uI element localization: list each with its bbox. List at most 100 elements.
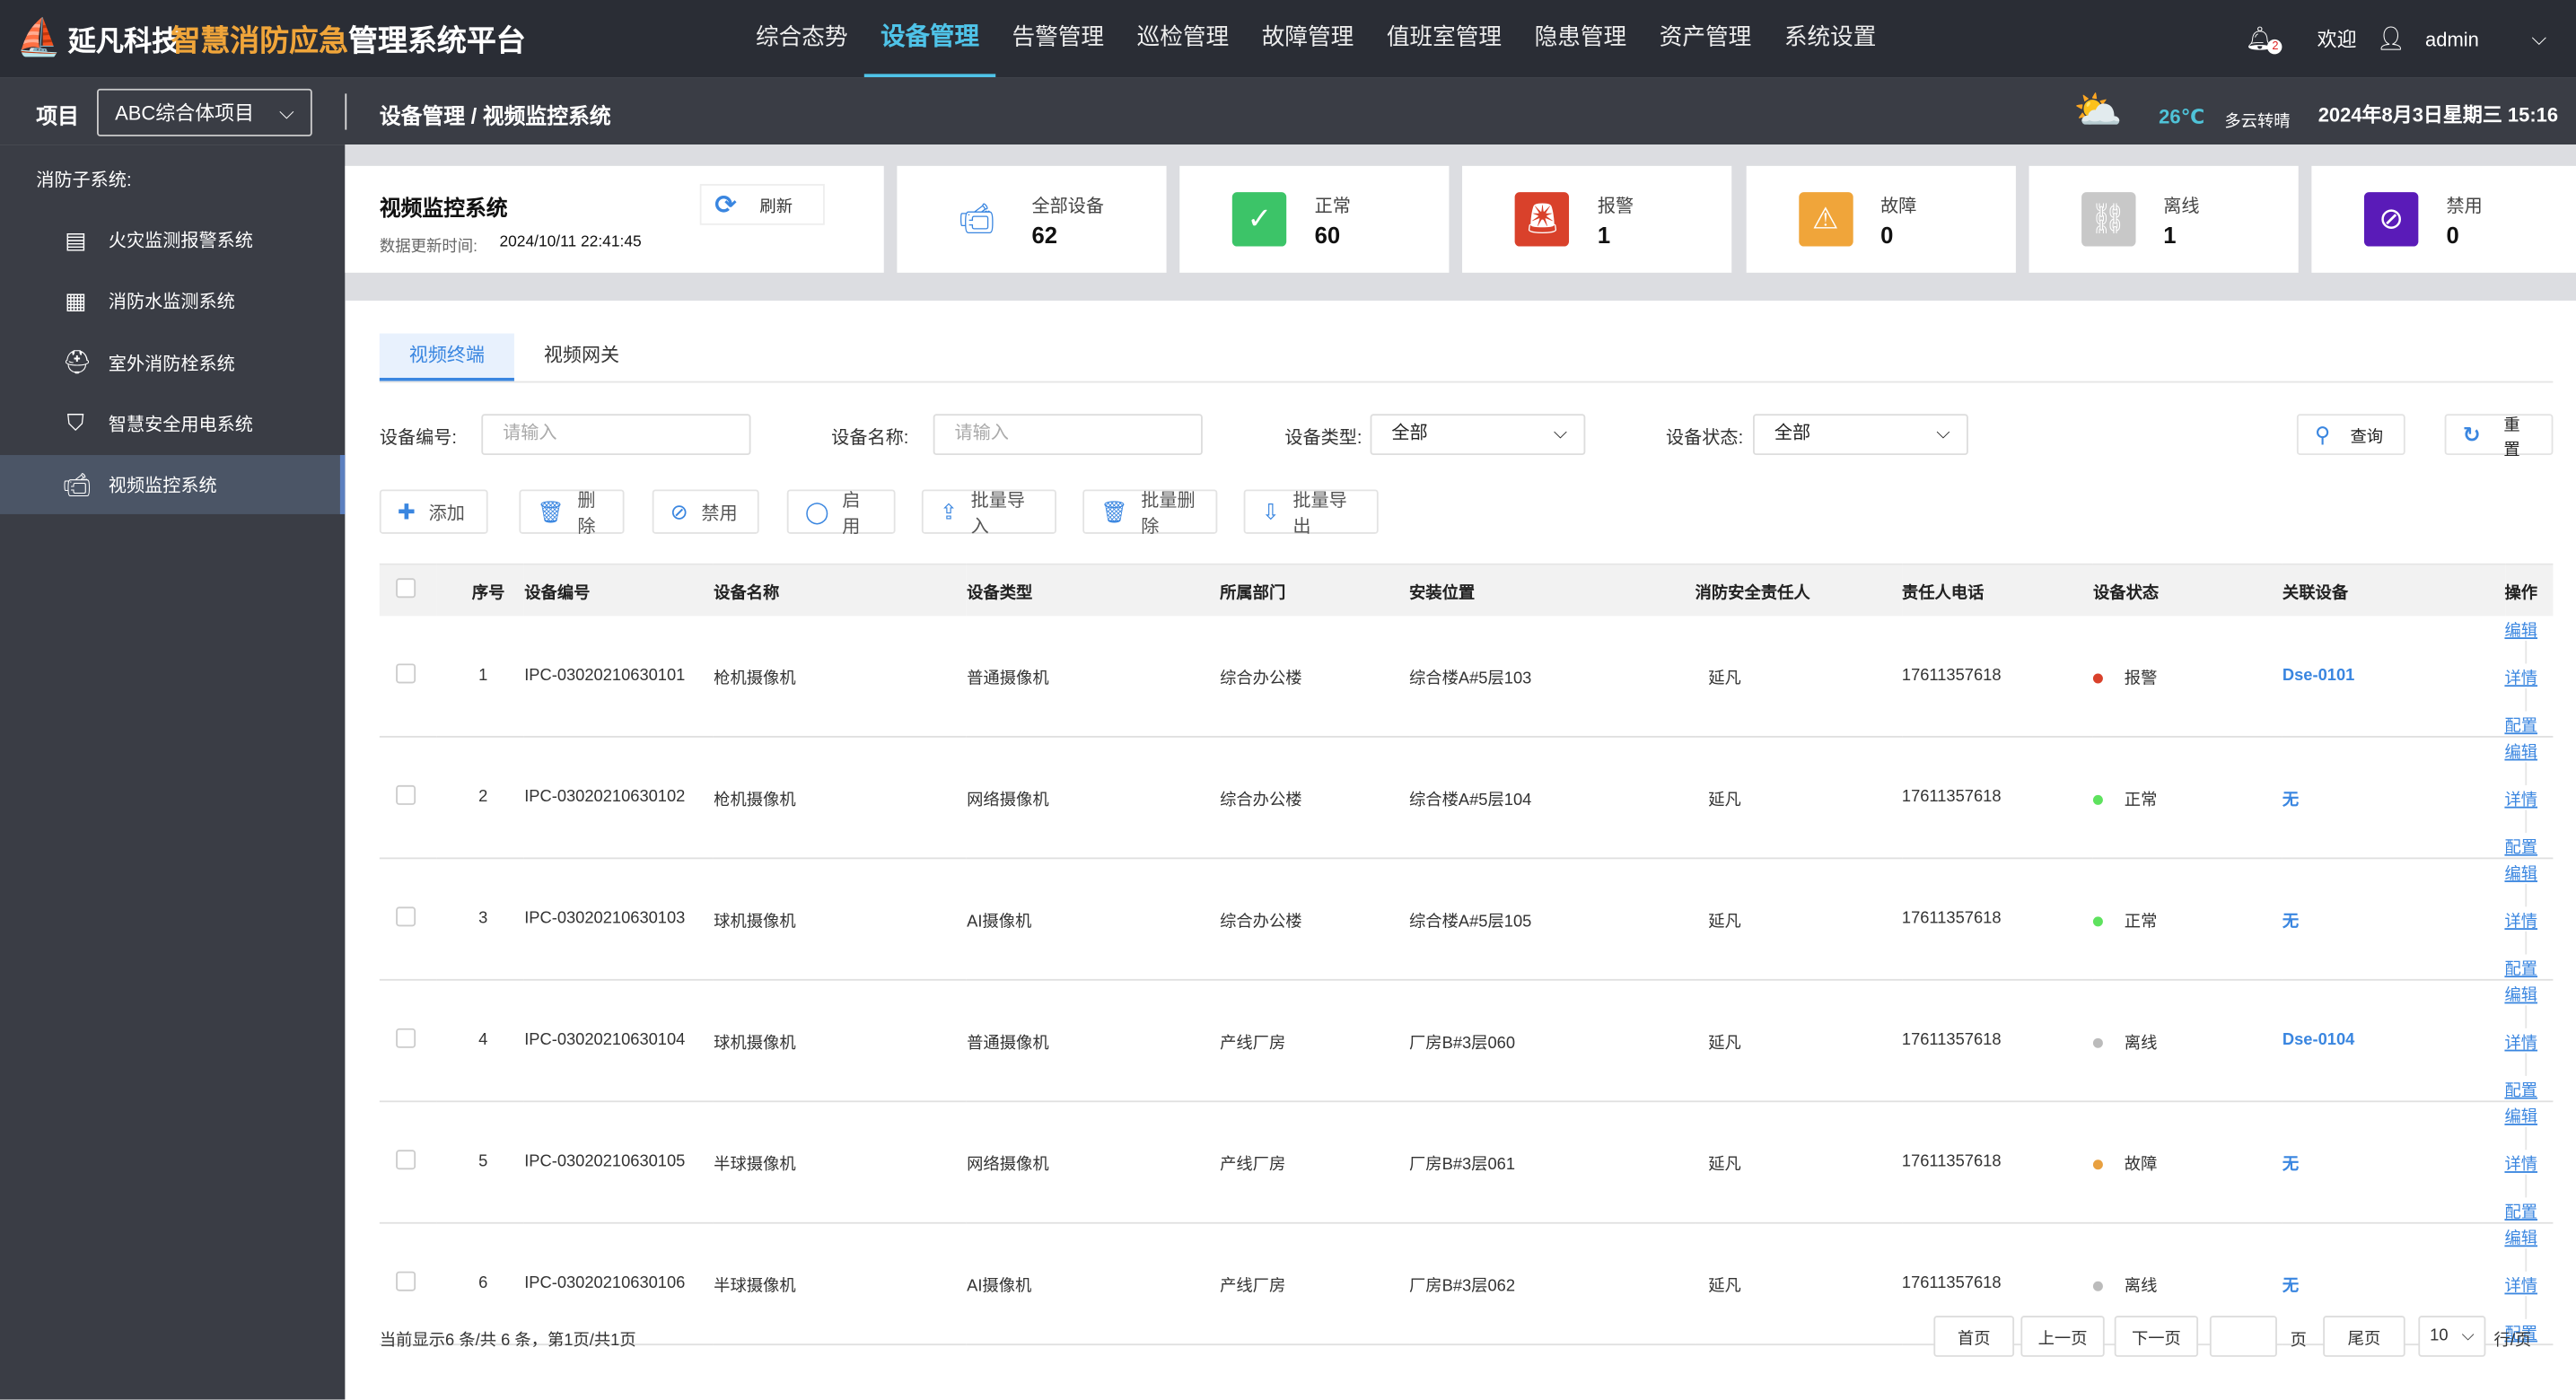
- nav-item[interactable]: 系统设置: [1768, 0, 1893, 77]
- nav-item[interactable]: 值班室管理: [1371, 0, 1519, 77]
- cell: IPC-03020210630102: [524, 787, 686, 806]
- page-size-select[interactable]: 10 ⌵: [2418, 1316, 2486, 1357]
- linked-device: 无: [2282, 791, 2300, 809]
- config-link[interactable]: 配置: [2504, 1081, 2537, 1099]
- sidebar-item[interactable]: 📹︎ 视频监控系统: [0, 455, 346, 515]
- detail-link[interactable]: 详情: [2504, 1034, 2537, 1052]
- next-page-button[interactable]: 下一页: [2114, 1316, 2199, 1357]
- config-link[interactable]: 配置: [2504, 960, 2537, 978]
- import-button[interactable]: ⇪ 批量导入: [921, 489, 1056, 537]
- detail-link[interactable]: 详情: [2504, 791, 2537, 809]
- tab[interactable]: 视频终端: [379, 333, 514, 381]
- linked-device[interactable]: Dse-0101: [2282, 666, 2354, 684]
- export-button[interactable]: ⇩ 批量导出: [1243, 489, 1379, 537]
- chevron-down-icon: ⌵: [278, 100, 294, 124]
- edit-link[interactable]: 编辑: [2504, 865, 2537, 883]
- stat-card-fault: ⚠ 故障 0: [1745, 165, 2016, 273]
- sidebar-item[interactable]: ▦ 消防水监测系统: [0, 272, 345, 331]
- row-checkbox[interactable]: [396, 1149, 416, 1169]
- nav-item[interactable]: 巡检管理: [1120, 0, 1245, 77]
- update-time: 2024/10/11 22:41:45: [499, 232, 642, 252]
- nav-item[interactable]: 故障管理: [1245, 0, 1370, 77]
- first-page-button[interactable]: 首页: [1933, 1316, 2015, 1357]
- row-checkbox[interactable]: [396, 1270, 416, 1291]
- reset-button[interactable]: ↻ 重置: [2444, 414, 2554, 459]
- nav-item[interactable]: 资产管理: [1643, 0, 1767, 77]
- cell: 枪机摄像机: [714, 669, 796, 688]
- cell: IPC-03020210630101: [524, 666, 686, 685]
- row-checkbox[interactable]: [396, 906, 416, 926]
- sidebar-item[interactable]: ⛉ 智慧安全用电系统: [0, 394, 345, 453]
- sidebar-item[interactable]: ⛑ 室外消防栓系统: [0, 333, 345, 392]
- detail-link[interactable]: 详情: [2504, 669, 2537, 687]
- detail-link[interactable]: 详情: [2504, 913, 2537, 931]
- config-link[interactable]: 配置: [2504, 717, 2537, 735]
- last-page-button[interactable]: 尾页: [2323, 1316, 2405, 1357]
- nav-item[interactable]: 设备管理: [863, 0, 996, 78]
- normal-icon: ✓: [1232, 192, 1287, 247]
- cell: 厂房B#3层061: [1408, 1155, 1516, 1174]
- tab[interactable]: 视频网关: [514, 334, 649, 381]
- device-name-input[interactable]: 请输入: [933, 414, 1203, 456]
- edit-link[interactable]: 编辑: [2504, 743, 2537, 761]
- detail-link[interactable]: 详情: [2504, 1156, 2537, 1174]
- header-checkbox-cell: [379, 563, 438, 616]
- cell: 5: [478, 1152, 488, 1171]
- device-status-select[interactable]: 全部 ⌵: [1753, 414, 1968, 456]
- nav-item[interactable]: 告警管理: [995, 0, 1120, 77]
- fire-alarm-panel-icon: ▤: [65, 225, 87, 252]
- cell: 综合办公楼: [1220, 791, 1302, 809]
- edit-link[interactable]: 编辑: [2504, 986, 2537, 1004]
- nav-item[interactable]: 综合态势: [740, 0, 864, 77]
- status-dot: [2092, 1159, 2103, 1169]
- chevron-down-icon[interactable]: ⌵: [2531, 26, 2546, 50]
- linked-device[interactable]: Dse-0104: [2282, 1031, 2354, 1049]
- add-button[interactable]: ✚ 添加: [379, 489, 488, 534]
- username[interactable]: admin: [2425, 27, 2479, 50]
- enable-icon: ◯: [804, 498, 829, 523]
- bell-icon[interactable]: 🔔︎ 2: [2245, 24, 2283, 55]
- page-input[interactable]: [2209, 1316, 2277, 1357]
- detail-link[interactable]: 详情: [2504, 1277, 2537, 1295]
- weather-text: 多云转晴: [2224, 113, 2291, 132]
- cell: 延凡: [1708, 791, 1741, 809]
- device-code-input[interactable]: 请输入: [481, 414, 751, 456]
- refresh-button[interactable]: ⟳ 刷新: [699, 184, 825, 225]
- divider: [2524, 1125, 2527, 1150]
- select-all-checkbox[interactable]: [396, 577, 416, 598]
- divider: [345, 93, 347, 130]
- row-checkbox[interactable]: [396, 662, 416, 683]
- divider: [2524, 1052, 2527, 1075]
- disable-button[interactable]: ⊘ 禁用: [652, 489, 759, 534]
- sidebar-item[interactable]: ▤ 火灾监测报警系统: [0, 210, 345, 269]
- edit-link[interactable]: 编辑: [2504, 1108, 2537, 1126]
- stat-card-offline: ⛓ 离线 1: [2028, 165, 2299, 273]
- alarm-icon: 🚨︎: [1515, 192, 1570, 247]
- query-button[interactable]: ⚲ 查询: [2296, 414, 2405, 456]
- batch-delete-button[interactable]: 🗑︎ 批量删除: [1082, 489, 1218, 537]
- stat-card-all-devices: 📹︎ 全部设备 62: [897, 165, 1167, 273]
- cell: 综合办公楼: [1220, 669, 1302, 688]
- edit-link[interactable]: 编辑: [2504, 622, 2537, 640]
- cell: 网络摄像机: [967, 791, 1049, 809]
- project-select[interactable]: ABC综合体项目 ⌵: [96, 88, 312, 136]
- import-icon: ⇪: [939, 498, 958, 523]
- main-nav: 综合态势 设备管理 告警管理 巡检管理 故障管理 值班室管理 隐患管理 资产管理 系统设置: [740, 0, 1893, 78]
- logo: ⛵ 延凡科技: [16, 16, 180, 58]
- config-link[interactable]: 配置: [2504, 838, 2537, 856]
- row-checkbox[interactable]: [396, 1027, 416, 1047]
- cell: 延凡: [1708, 669, 1741, 688]
- enable-button[interactable]: ◯ 启用: [786, 489, 896, 537]
- divider: [2524, 882, 2527, 906]
- cell: 枪机摄像机: [714, 791, 796, 809]
- cell: 延凡: [1708, 1155, 1741, 1174]
- device-type-select[interactable]: 全部 ⌵: [1370, 414, 1586, 456]
- edit-link[interactable]: 编辑: [2504, 1229, 2537, 1247]
- config-link[interactable]: 配置: [2504, 1203, 2537, 1221]
- nav-item[interactable]: 隐患管理: [1518, 0, 1643, 77]
- row-checkbox[interactable]: [396, 784, 416, 804]
- column-header: 消防安全责任人: [1695, 563, 1902, 616]
- cell: 普通摄像机: [967, 669, 1049, 688]
- delete-button[interactable]: 🗑︎ 删除: [519, 489, 625, 537]
- prev-page-button[interactable]: 上一页: [2020, 1316, 2105, 1357]
